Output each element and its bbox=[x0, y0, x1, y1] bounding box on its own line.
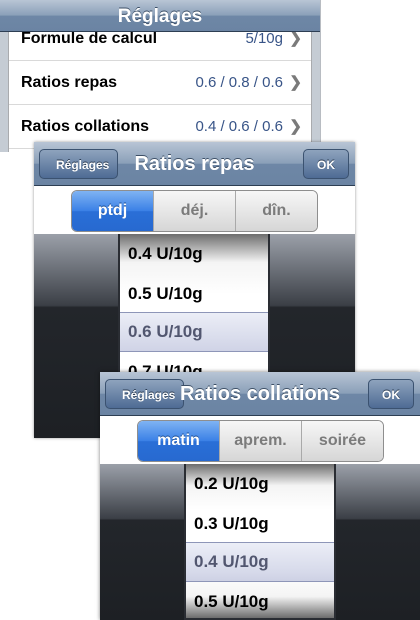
row-label-ratios-repas: Ratios repas bbox=[21, 74, 118, 91]
repas-title: Ratios repas bbox=[134, 153, 255, 175]
chevron-right-icon: ❯ bbox=[289, 74, 302, 91]
picker-item[interactable]: 0.5 U/10g bbox=[120, 274, 268, 314]
picker-item[interactable]: 0.3 U/10g bbox=[186, 504, 334, 544]
ratios-collations-screen: Réglages Ratios collations OK matin apre… bbox=[100, 372, 420, 620]
settings-navbar: Réglages bbox=[0, 0, 320, 32]
settings-screen: Formule de calcul 5/10g ❯ Ratios repas 0… bbox=[0, 0, 321, 152]
picker-item-selected[interactable]: 0.6 U/10g bbox=[120, 312, 268, 352]
picker-item[interactable]: 0.2 U/10g bbox=[186, 464, 334, 504]
row-value-ratios-repas: 0.6 / 0.8 / 0.6 bbox=[195, 74, 283, 91]
picker-item[interactable]: 0.4 U/10g bbox=[120, 234, 268, 274]
settings-row-ratios-repas[interactable]: Ratios repas 0.6 / 0.8 / 0.6 ❯ bbox=[9, 61, 311, 105]
collations-picker-wheel[interactable]: 0.2 U/10g 0.3 U/10g 0.4 U/10g 0.5 U/10g bbox=[184, 464, 336, 620]
segment-soiree[interactable]: soirée bbox=[301, 421, 383, 461]
repas-navbar: Réglages Ratios repas OK bbox=[34, 142, 355, 186]
collations-title: Ratios collations bbox=[179, 383, 341, 405]
settings-title: Réglages bbox=[117, 6, 203, 27]
repas-segmented-control: ptdj déj. dîn. bbox=[71, 190, 318, 232]
segment-matin[interactable]: matin bbox=[138, 421, 219, 461]
segment-aprem[interactable]: aprem. bbox=[219, 421, 301, 461]
segment-ptdj[interactable]: ptdj bbox=[72, 191, 153, 231]
collations-picker-background: 0.2 U/10g 0.3 U/10g 0.4 U/10g 0.5 U/10g bbox=[100, 464, 420, 620]
collations-segmented-control: matin aprem. soirée bbox=[137, 420, 384, 462]
picker-item[interactable]: 0.5 U/10g bbox=[186, 582, 334, 618]
ok-button[interactable]: OK bbox=[303, 149, 349, 179]
segment-dej[interactable]: déj. bbox=[153, 191, 235, 231]
segment-din[interactable]: dîn. bbox=[235, 191, 317, 231]
ok-button[interactable]: OK bbox=[368, 379, 414, 409]
settings-group: Formule de calcul 5/10g ❯ Ratios repas 0… bbox=[8, 16, 312, 152]
collations-navbar: Réglages Ratios collations OK bbox=[100, 372, 420, 416]
collations-segment-bar: matin aprem. soirée bbox=[100, 416, 420, 464]
picker-item-selected[interactable]: 0.4 U/10g bbox=[186, 542, 334, 582]
repas-segment-bar: ptdj déj. dîn. bbox=[34, 186, 355, 234]
